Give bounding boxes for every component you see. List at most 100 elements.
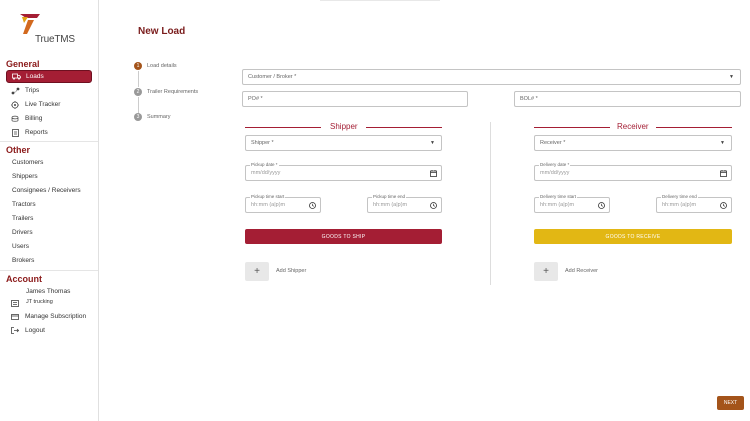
clock-icon[interactable] — [598, 196, 605, 214]
sidebar: TrueTMS General Loads Trips Live Tracker… — [0, 0, 99, 421]
billing-icon — [10, 115, 20, 123]
shipper-heading: Shipper — [330, 122, 358, 131]
receiver-heading-line — [534, 127, 610, 128]
sidebar-item-loads[interactable]: Loads — [6, 70, 92, 83]
sidebar-item-billing[interactable]: Billing — [6, 112, 92, 125]
goods-to-ship-button[interactable]: GOODS TO SHIP — [245, 229, 442, 244]
add-shipper-button[interactable]: + — [245, 262, 269, 281]
step-number: 1 — [134, 62, 142, 70]
po-number-input[interactable]: PO# * — [242, 91, 468, 107]
logout-icon — [10, 327, 20, 334]
pickup-date-placeholder: mm/dd/yyyy — [251, 170, 281, 176]
receiver-heading-line — [656, 127, 732, 128]
delivery-time-start-input[interactable]: Delivery time start hh:mm (a|p)m — [534, 194, 610, 214]
receiver-placeholder: Receiver * — [540, 140, 566, 146]
report-icon — [10, 128, 20, 137]
shipper-placeholder: Shipper * — [251, 140, 274, 146]
pickup-time-start-input[interactable]: Pickup time start hh:mm (a|p)m — [245, 194, 321, 214]
section-title-general: General — [6, 59, 40, 69]
pickup-time-end-placeholder: hh:mm (a|p)m — [373, 202, 408, 208]
receiver-heading: Receiver — [617, 122, 649, 131]
pickup-time-start-placeholder: hh:mm (a|p)m — [251, 202, 286, 208]
goods-to-receive-button[interactable]: GOODS TO RECEIVE — [534, 229, 732, 244]
truck-icon — [11, 73, 21, 80]
step-number: 3 — [134, 113, 142, 121]
po-number-placeholder: PO# * — [248, 96, 263, 102]
customer-broker-select[interactable]: Customer / Broker * ▼ — [242, 69, 741, 85]
sidebar-item-users[interactable]: Users — [12, 243, 29, 250]
section-title-account: Account — [6, 274, 42, 284]
receiver-select[interactable]: Receiver * ▼ — [534, 135, 732, 151]
card-icon — [10, 313, 20, 320]
sidebar-divider — [0, 141, 98, 142]
clock-icon[interactable] — [430, 196, 437, 214]
section-divider — [490, 122, 491, 285]
delivery-time-start-placeholder: hh:mm (a|p)m — [540, 202, 575, 208]
sidebar-divider — [0, 270, 98, 271]
account-user[interactable]: James Thomas JT trucking — [6, 287, 92, 309]
step-trailer-requirements[interactable]: 2 Trailer Requirements — [134, 88, 198, 96]
sidebar-item-brokers[interactable]: Brokers — [12, 257, 34, 264]
top-divider — [320, 0, 440, 1]
delivery-time-end-label: Delivery time end — [661, 194, 698, 199]
delivery-date-placeholder: mm/dd/yyyy — [540, 170, 570, 176]
add-shipper-label[interactable]: Add Shipper — [276, 268, 306, 274]
step-label: Trailer Requirements — [147, 89, 199, 95]
bol-number-placeholder: BOL# * — [520, 96, 538, 102]
sidebar-item-label: Logout — [25, 327, 45, 334]
account-company: JT trucking — [26, 299, 53, 305]
sidebar-item-trailers[interactable]: Trailers — [12, 215, 33, 222]
calendar-icon[interactable] — [720, 164, 727, 182]
clock-icon[interactable] — [309, 196, 316, 214]
sidebar-item-label: Live Tracker — [25, 101, 61, 108]
sidebar-item-shippers[interactable]: Shippers — [12, 173, 38, 180]
delivery-date-input[interactable]: Delivery date * mm/dd/yyyy — [534, 162, 732, 182]
sidebar-item-drivers[interactable]: Drivers — [12, 229, 33, 236]
next-button[interactable]: NEXT — [717, 396, 744, 410]
dropdown-arrow-icon: ▼ — [729, 74, 734, 80]
step-summary[interactable]: 3 Summary — [134, 113, 171, 121]
delivery-time-end-input[interactable]: Delivery time end hh:mm (a|p)m — [656, 194, 732, 214]
route-icon — [10, 87, 20, 95]
delivery-time-start-label: Delivery time start — [539, 194, 578, 199]
delivery-date-label: Delivery date * — [539, 162, 571, 167]
logo-mark-icon — [20, 14, 40, 34]
dropdown-arrow-icon: ▼ — [720, 140, 725, 146]
step-connector — [138, 71, 139, 87]
delivery-time-end-placeholder: hh:mm (a|p)m — [662, 202, 697, 208]
logo-text: TrueTMS — [35, 34, 75, 45]
step-number: 2 — [134, 88, 142, 96]
location-icon — [10, 100, 20, 109]
sidebar-item-reports[interactable]: Reports — [6, 126, 92, 139]
account-user-name: James Thomas — [26, 288, 71, 295]
sidebar-item-trips[interactable]: Trips — [6, 84, 92, 97]
shipper-heading-line — [245, 127, 321, 128]
step-load-details[interactable]: 1 Load details — [134, 62, 177, 70]
pickup-time-end-input[interactable]: Pickup time end hh:mm (a|p)m — [367, 194, 442, 214]
page-title: New Load — [138, 26, 186, 37]
add-receiver-label[interactable]: Add Receiver — [565, 268, 598, 274]
calendar-icon[interactable] — [430, 164, 437, 182]
sidebar-item-tractors[interactable]: Tractors — [12, 201, 36, 208]
sidebar-item-label: Reports — [25, 129, 48, 136]
dropdown-arrow-icon: ▼ — [430, 140, 435, 146]
sidebar-item-label: Trips — [25, 87, 40, 94]
section-title-other: Other — [6, 145, 31, 155]
sidebar-item-manage-subscription[interactable]: Manage Subscription — [6, 310, 92, 323]
logo: TrueTMS — [20, 14, 84, 48]
sidebar-item-customers[interactable]: Customers — [12, 159, 43, 166]
bol-number-input[interactable]: BOL# * — [514, 91, 741, 107]
sidebar-item-logout[interactable]: Logout — [6, 324, 92, 337]
customer-broker-placeholder: Customer / Broker * — [248, 74, 297, 80]
sidebar-item-consignees-receivers[interactable]: Consignees / Receivers — [12, 187, 81, 194]
step-label: Summary — [147, 114, 171, 120]
pickup-date-input[interactable]: Pickup date * mm/dd/yyyy — [245, 162, 442, 182]
shipper-heading-line — [366, 127, 442, 128]
shipper-select[interactable]: Shipper * ▼ — [245, 135, 442, 151]
add-receiver-button[interactable]: + — [534, 262, 558, 281]
sidebar-item-label: Billing — [25, 115, 43, 122]
sidebar-item-live-tracker[interactable]: Live Tracker — [6, 98, 92, 111]
pickup-time-end-label: Pickup time end — [372, 194, 407, 199]
sidebar-item-label: Manage Subscription — [25, 313, 87, 320]
clock-icon[interactable] — [720, 196, 727, 214]
